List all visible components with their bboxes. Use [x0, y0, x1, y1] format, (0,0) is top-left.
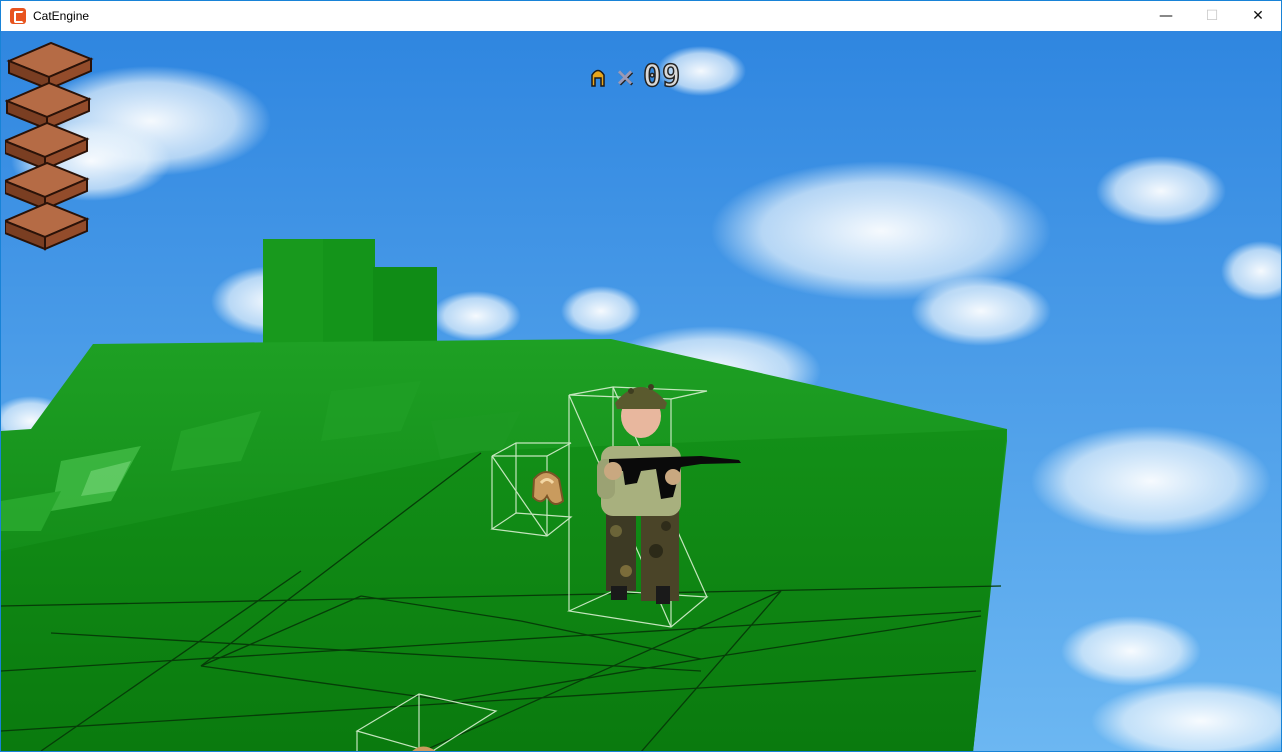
brick-icon: [5, 121, 90, 171]
window-controls: — ☐ ✕: [1143, 1, 1281, 31]
window-title: CatEngine: [33, 9, 90, 23]
brick-icon: [5, 201, 90, 251]
game-scene: [1, 31, 1281, 751]
app-logo-icon: [10, 8, 26, 24]
game-window: CatEngine — ☐ ✕ × 09: [0, 0, 1282, 752]
minimize-button[interactable]: —: [1143, 1, 1189, 31]
title-bar[interactable]: CatEngine — ☐ ✕: [1, 1, 1281, 31]
brick-icon: [5, 161, 90, 211]
brick-icon: [6, 41, 94, 91]
multiply-icon: ×: [615, 62, 636, 91]
ammo-count: 09: [642, 58, 682, 95]
health-bricks: [5, 41, 94, 251]
bullet-icon: [591, 69, 605, 87]
maximize-button[interactable]: ☐: [1189, 1, 1235, 31]
game-viewport[interactable]: × 09: [1, 31, 1281, 751]
ammo-counter: × 09: [589, 58, 682, 95]
brick-icon: [5, 81, 92, 131]
close-button[interactable]: ✕: [1235, 1, 1281, 31]
